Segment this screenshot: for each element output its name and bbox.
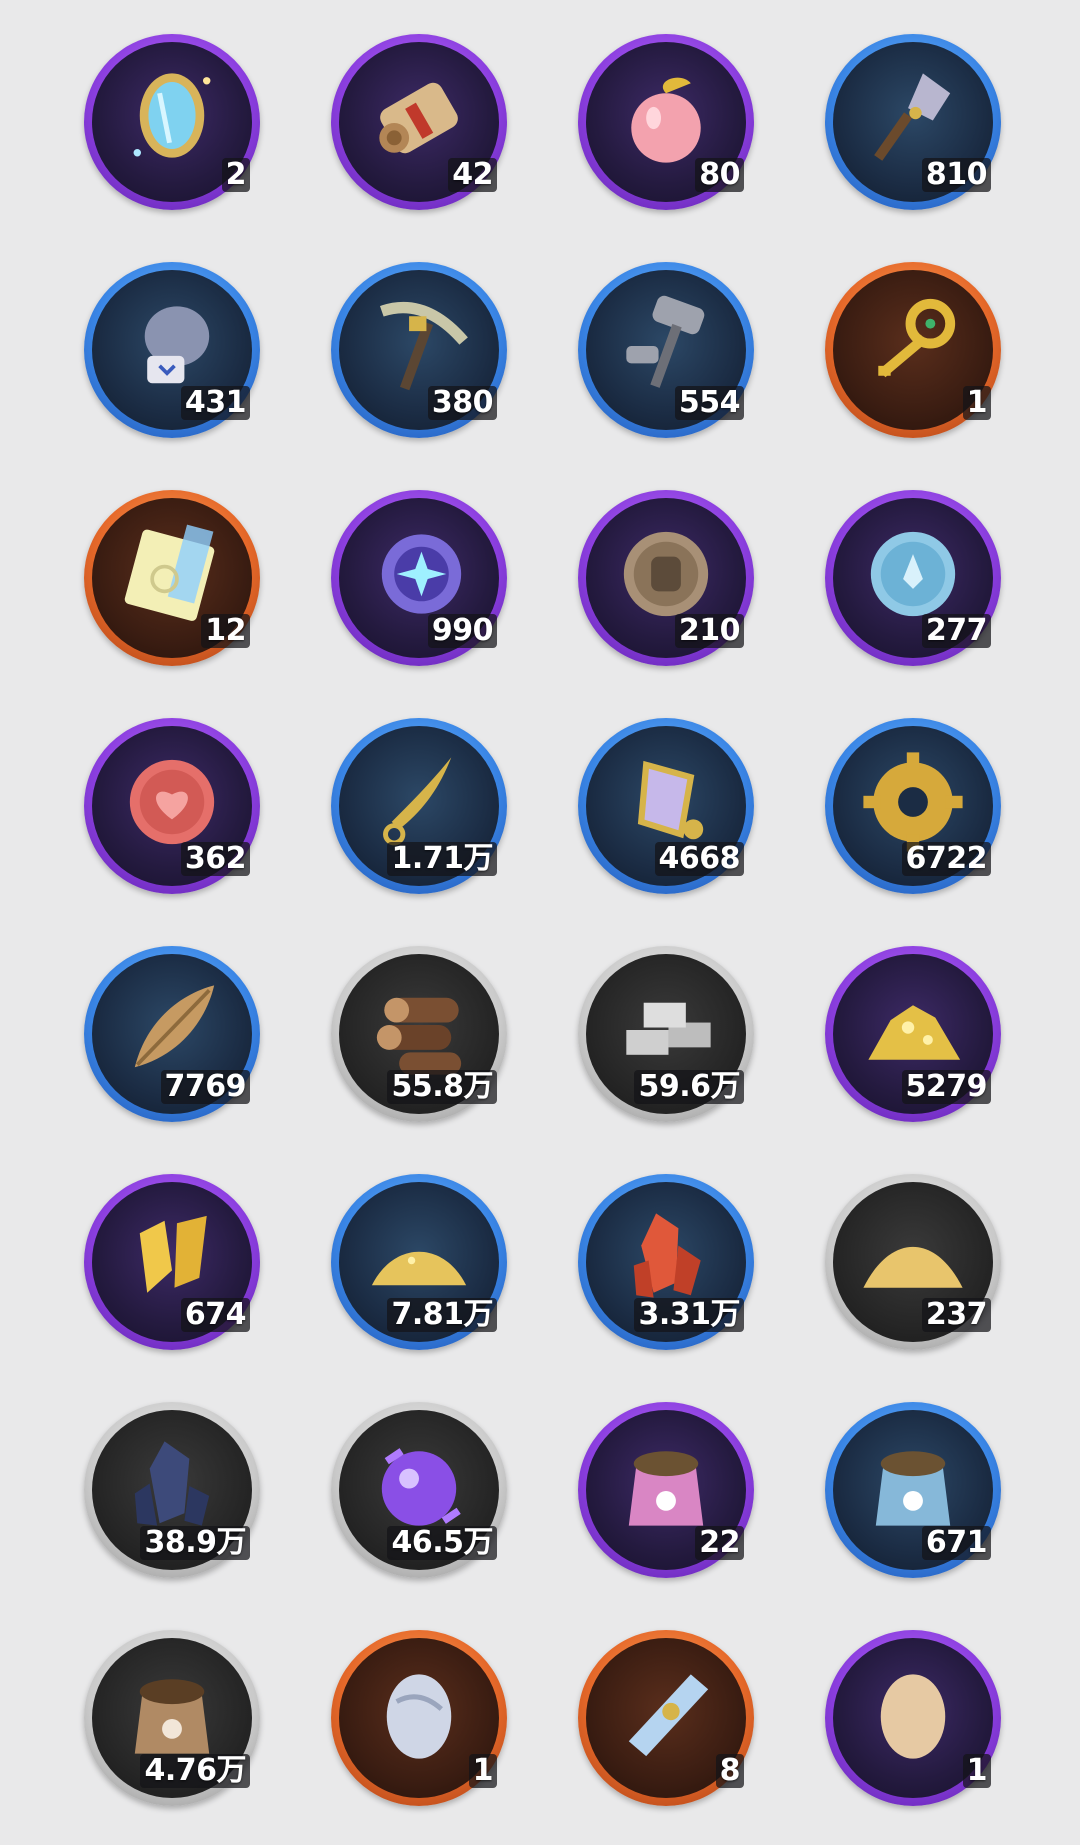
inventory-slot[interactable]: 4.76万 [84, 1630, 260, 1806]
inventory-slot[interactable]: 380 [331, 262, 507, 438]
item-count-badge: 7769 [160, 1070, 250, 1104]
inventory-slot[interactable]: 7.81万 [331, 1174, 507, 1350]
item-count-badge: 6722 [901, 842, 991, 876]
inventory-slot[interactable]: 1 [331, 1630, 507, 1806]
inventory-slot[interactable]: 22 [578, 1402, 754, 1578]
item-count-badge: 42 [448, 158, 497, 192]
silk-bundle-icon [604, 1652, 728, 1776]
brown-egg-icon [851, 1652, 975, 1776]
item-count-badge: 554 [674, 386, 744, 420]
item-count-badge: 59.6万 [634, 1070, 744, 1104]
inventory-slot[interactable]: 1 [825, 1630, 1001, 1806]
inventory-slot[interactable]: 277 [825, 490, 1001, 666]
item-count-badge: 380 [427, 386, 497, 420]
inventory-slot[interactable]: 671 [825, 1402, 1001, 1578]
item-count-badge: 1 [962, 1754, 991, 1788]
inventory-slot[interactable]: 12 [84, 490, 260, 666]
item-count-badge: 1 [468, 1754, 497, 1788]
inventory-slot[interactable]: 55.8万 [331, 946, 507, 1122]
inventory-slot[interactable]: 8 [578, 1630, 754, 1806]
inventory-slot[interactable]: 59.6万 [578, 946, 754, 1122]
golden-key-icon [851, 284, 975, 408]
inventory-slot[interactable]: 46.5万 [331, 1402, 507, 1578]
inventory-slot[interactable]: 210 [578, 490, 754, 666]
item-count-badge: 1.71万 [387, 842, 497, 876]
magic-mirror-icon [110, 56, 234, 180]
inventory-slot[interactable]: 810 [825, 34, 1001, 210]
item-count-badge: 674 [180, 1298, 250, 1332]
inventory-slot[interactable]: 2 [84, 34, 260, 210]
item-count-badge: 3.31万 [634, 1298, 744, 1332]
item-count-badge: 46.5万 [387, 1526, 497, 1560]
inventory-slot[interactable]: 990 [331, 490, 507, 666]
item-count-badge: 4668 [654, 842, 744, 876]
item-count-badge: 2 [221, 158, 250, 192]
item-count-badge: 4.76万 [140, 1754, 250, 1788]
item-count-badge: 12 [201, 614, 250, 648]
inventory-slot[interactable]: 42 [331, 34, 507, 210]
item-count-badge: 990 [427, 614, 497, 648]
inventory-slot[interactable]: 1 [825, 262, 1001, 438]
inventory-slot[interactable]: 362 [84, 718, 260, 894]
item-count-badge: 22 [695, 1526, 744, 1560]
item-count-badge: 237 [921, 1298, 991, 1332]
item-count-badge: 210 [674, 614, 744, 648]
inventory-slot[interactable]: 38.9万 [84, 1402, 260, 1578]
inventory-grid: 2 42 80 810 431 380 554 1 12 990 210 277 362 1.71万 466… [0, 0, 1080, 1845]
item-count-badge: 7.81万 [387, 1298, 497, 1332]
inventory-slot[interactable]: 7769 [84, 946, 260, 1122]
item-count-badge: 810 [921, 158, 991, 192]
item-count-badge: 671 [921, 1526, 991, 1560]
inventory-slot[interactable]: 1.71万 [331, 718, 507, 894]
inventory-slot[interactable]: 431 [84, 262, 260, 438]
item-count-badge: 362 [180, 842, 250, 876]
inventory-slot[interactable]: 674 [84, 1174, 260, 1350]
item-count-badge: 1 [962, 386, 991, 420]
inventory-slot[interactable]: 237 [825, 1174, 1001, 1350]
silver-egg-icon [357, 1652, 481, 1776]
inventory-slot[interactable]: 554 [578, 262, 754, 438]
item-count-badge: 55.8万 [387, 1070, 497, 1104]
item-count-badge: 80 [695, 158, 744, 192]
inventory-slot[interactable]: 80 [578, 34, 754, 210]
inventory-slot[interactable]: 3.31万 [578, 1174, 754, 1350]
item-count-badge: 8 [715, 1754, 744, 1788]
inventory-slot[interactable]: 6722 [825, 718, 1001, 894]
item-count-badge: 38.9万 [140, 1526, 250, 1560]
inventory-slot[interactable]: 5279 [825, 946, 1001, 1122]
item-count-badge: 277 [921, 614, 991, 648]
item-count-badge: 431 [180, 386, 250, 420]
inventory-slot[interactable]: 4668 [578, 718, 754, 894]
item-count-badge: 5279 [901, 1070, 991, 1104]
